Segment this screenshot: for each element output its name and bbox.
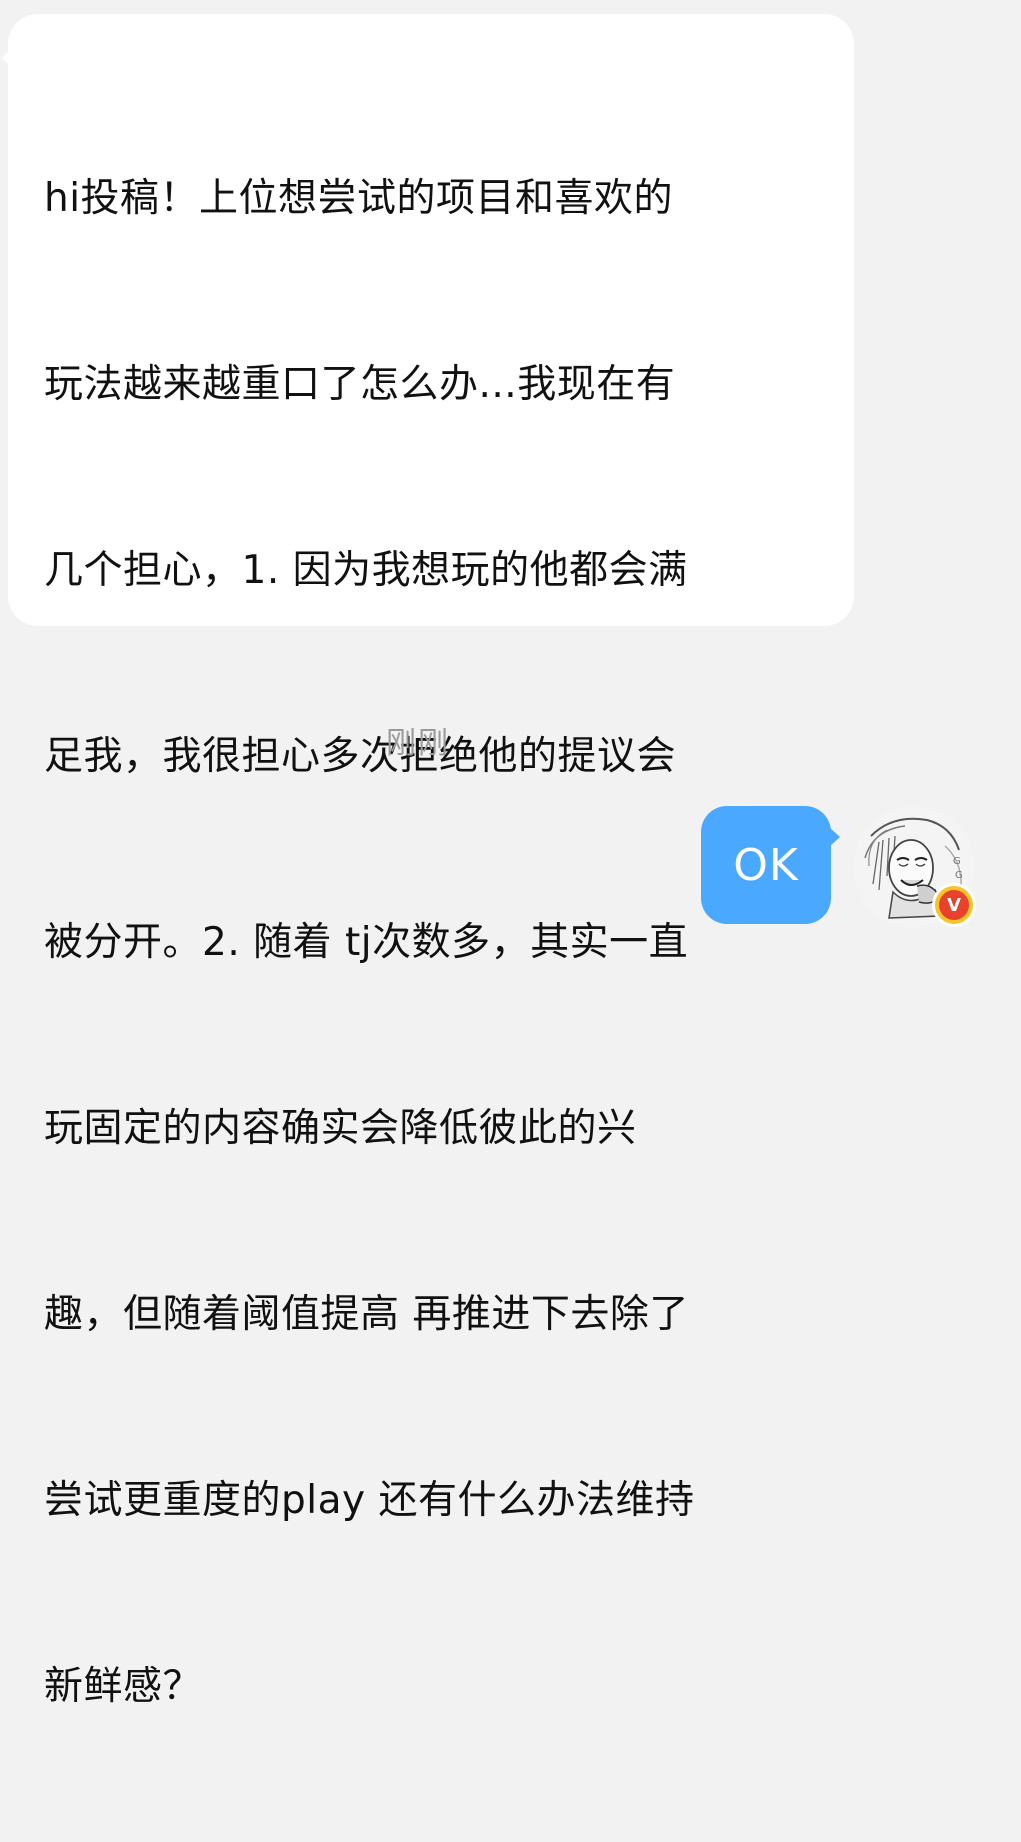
message-line: 玩固定的内容确实会降低彼此的兴 <box>44 1106 637 1151</box>
message-line: 玩法越来越重口了怎么办...我现在有 <box>44 362 676 407</box>
message-line: 尝试更重度的play 还有什么办法维持 <box>44 1478 695 1523</box>
message-line: 新鲜感？ <box>44 1664 203 1709</box>
message-line: 被分开。2. 随着 tj次数多，其实一直 <box>44 920 689 965</box>
verified-badge-icon: V <box>932 883 976 927</box>
outgoing-message-bubble[interactable]: OK <box>701 806 840 924</box>
incoming-message-text: hi投稿！上位想尝试的项目和喜欢的 玩法越来越重口了怎么办...我现在有 几个担… <box>44 44 820 1842</box>
message-timestamp: 刚刚 <box>386 726 450 761</box>
svg-text:G: G <box>955 870 963 881</box>
svg-text:G: G <box>953 856 961 867</box>
message-line: 几个担心，1. 因为我想玩的他都会满 <box>44 548 688 593</box>
verified-v-icon: V <box>939 890 969 920</box>
outgoing-message-text: OK <box>733 839 799 891</box>
incoming-message-bubble[interactable]: hi投稿！上位想尝试的项目和喜欢的 玩法越来越重口了怎么办...我现在有 几个担… <box>2 14 854 1709</box>
message-line: hi投稿！上位想尝试的项目和喜欢的 <box>44 176 674 221</box>
chat-conversation: hi投稿！上位想尝试的项目和喜欢的 玩法越来越重口了怎么办...我现在有 几个担… <box>0 0 1021 1709</box>
message-line: 趣，但随着阈值提高 再推进下去除了 <box>44 1292 689 1337</box>
